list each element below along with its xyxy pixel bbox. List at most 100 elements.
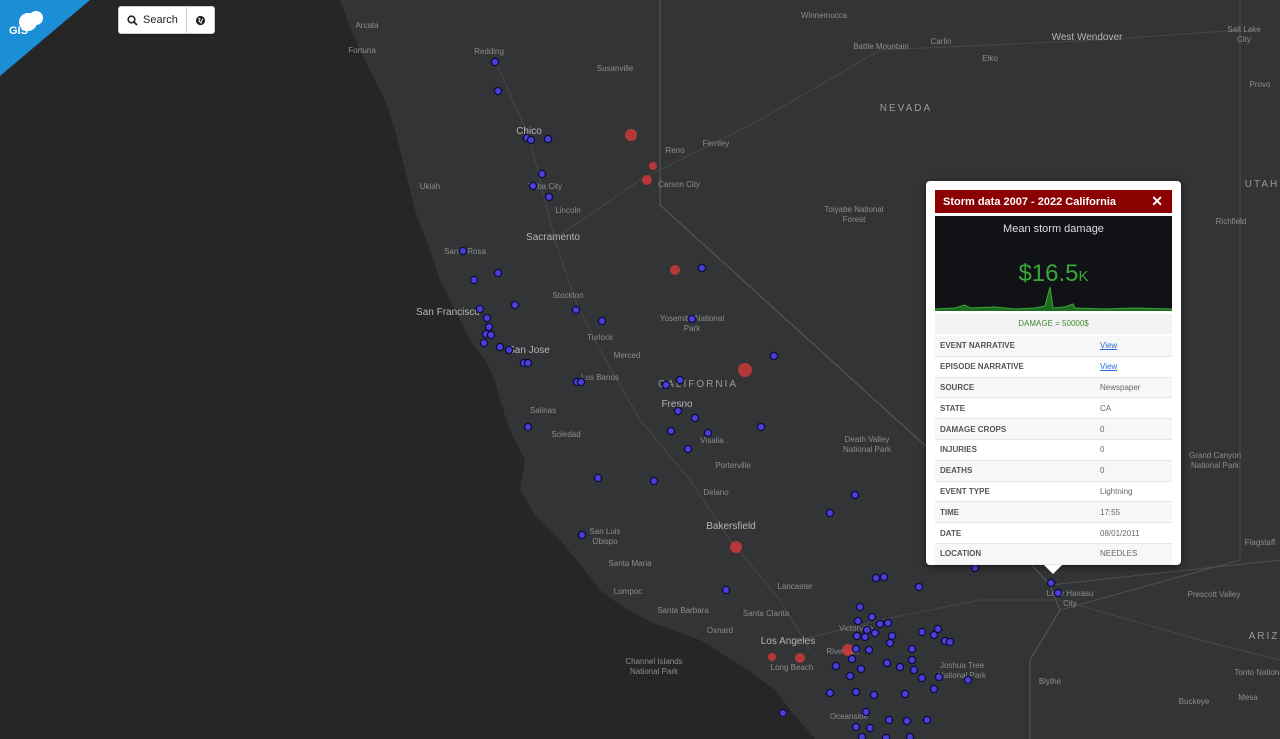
event-marker[interactable]: [857, 732, 867, 739]
event-marker[interactable]: [914, 582, 924, 592]
event-marker[interactable]: [1046, 578, 1056, 588]
event-marker[interactable]: [469, 275, 479, 285]
event-marker[interactable]: [864, 645, 874, 655]
event-marker[interactable]: [875, 619, 885, 629]
event-marker[interactable]: [855, 602, 865, 612]
storm-marker[interactable]: [768, 653, 776, 661]
search-button[interactable]: Search: [119, 7, 186, 33]
event-marker[interactable]: [909, 665, 919, 675]
event-marker[interactable]: [883, 618, 893, 628]
event-marker[interactable]: [1053, 588, 1063, 598]
view-link[interactable]: View: [1100, 341, 1117, 350]
event-marker[interactable]: [721, 585, 731, 595]
event-marker[interactable]: [825, 688, 835, 698]
event-marker[interactable]: [475, 304, 485, 314]
event-marker[interactable]: [917, 627, 927, 637]
event-marker[interactable]: [845, 671, 855, 681]
event-marker[interactable]: [543, 134, 553, 144]
close-icon[interactable]: ✕: [1151, 193, 1163, 210]
event-marker[interactable]: [917, 673, 927, 683]
event-marker[interactable]: [482, 313, 492, 323]
view-link[interactable]: View: [1100, 362, 1117, 371]
event-marker[interactable]: [851, 644, 861, 654]
event-marker[interactable]: [934, 672, 944, 682]
event-marker[interactable]: [865, 723, 875, 733]
event-marker[interactable]: [649, 476, 659, 486]
event-marker[interactable]: [847, 654, 857, 664]
storm-marker[interactable]: [642, 175, 652, 185]
event-marker[interactable]: [769, 351, 779, 361]
event-marker[interactable]: [495, 342, 505, 352]
event-marker[interactable]: [905, 732, 915, 739]
storm-marker[interactable]: [795, 653, 805, 663]
storm-marker[interactable]: [738, 363, 752, 377]
event-marker[interactable]: [869, 690, 879, 700]
event-marker[interactable]: [907, 644, 917, 654]
event-marker[interactable]: [661, 380, 671, 390]
event-marker[interactable]: [544, 192, 554, 202]
event-marker[interactable]: [902, 716, 912, 726]
event-marker[interactable]: [871, 573, 881, 583]
storm-marker[interactable]: [730, 541, 742, 553]
event-marker[interactable]: [860, 632, 870, 642]
event-marker[interactable]: [856, 664, 866, 674]
event-marker[interactable]: [884, 715, 894, 725]
event-marker[interactable]: [895, 662, 905, 672]
event-marker[interactable]: [825, 508, 835, 518]
event-marker[interactable]: [523, 358, 533, 368]
event-marker[interactable]: [528, 181, 538, 191]
event-marker[interactable]: [490, 57, 500, 67]
event-marker[interactable]: [675, 375, 685, 385]
event-marker[interactable]: [929, 630, 939, 640]
event-marker[interactable]: [479, 338, 489, 348]
event-marker[interactable]: [493, 86, 503, 96]
event-marker[interactable]: [687, 314, 697, 324]
event-marker[interactable]: [493, 268, 503, 278]
event-marker[interactable]: [907, 655, 917, 665]
event-marker[interactable]: [576, 377, 586, 387]
event-marker[interactable]: [963, 675, 973, 685]
event-marker[interactable]: [593, 473, 603, 483]
storm-marker[interactable]: [670, 265, 680, 275]
event-marker[interactable]: [900, 689, 910, 699]
event-marker[interactable]: [970, 563, 980, 573]
event-marker[interactable]: [867, 612, 877, 622]
event-marker[interactable]: [523, 422, 533, 432]
event-marker[interactable]: [690, 413, 700, 423]
event-marker[interactable]: [571, 305, 581, 315]
event-marker[interactable]: [526, 135, 536, 145]
event-marker[interactable]: [887, 631, 897, 641]
event-marker[interactable]: [862, 625, 872, 635]
event-marker[interactable]: [597, 316, 607, 326]
event-marker[interactable]: [922, 715, 932, 725]
event-marker[interactable]: [831, 661, 841, 671]
event-marker[interactable]: [945, 637, 955, 647]
event-marker[interactable]: [853, 616, 863, 626]
event-marker[interactable]: [458, 246, 468, 256]
storm-marker[interactable]: [649, 162, 657, 170]
event-marker[interactable]: [778, 708, 788, 718]
event-marker[interactable]: [929, 684, 939, 694]
event-marker[interactable]: [861, 707, 871, 717]
event-marker[interactable]: [537, 169, 547, 179]
event-marker[interactable]: [504, 345, 514, 355]
storm-marker[interactable]: [625, 129, 637, 141]
event-marker[interactable]: [885, 638, 895, 648]
event-marker[interactable]: [850, 490, 860, 500]
event-marker[interactable]: [486, 330, 496, 340]
event-marker[interactable]: [756, 422, 766, 432]
event-marker[interactable]: [683, 444, 693, 454]
event-marker[interactable]: [851, 722, 861, 732]
event-marker[interactable]: [697, 263, 707, 273]
event-marker[interactable]: [879, 572, 889, 582]
event-marker[interactable]: [870, 628, 880, 638]
event-marker[interactable]: [484, 322, 494, 332]
event-marker[interactable]: [673, 406, 683, 416]
event-marker[interactable]: [882, 658, 892, 668]
event-marker[interactable]: [703, 428, 713, 438]
event-marker[interactable]: [666, 426, 676, 436]
event-marker[interactable]: [852, 631, 862, 641]
event-marker[interactable]: [851, 687, 861, 697]
event-marker[interactable]: [577, 530, 587, 540]
globe-button[interactable]: [185, 7, 214, 33]
